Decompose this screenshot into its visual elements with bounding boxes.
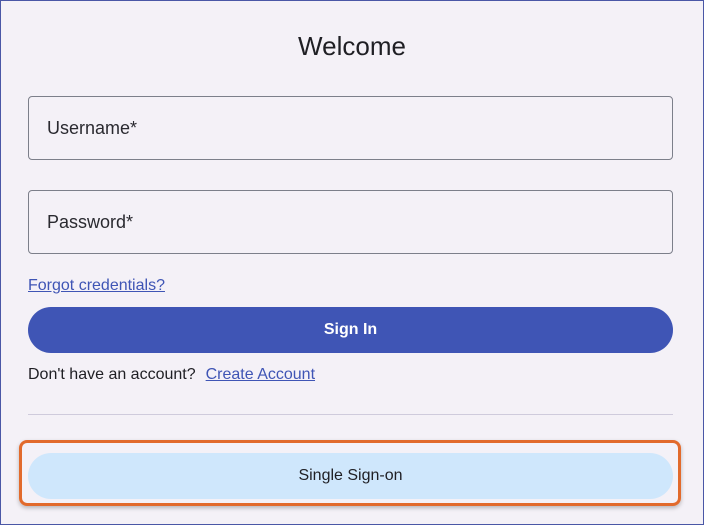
- no-account-text: Don't have an account?: [28, 366, 196, 383]
- username-input[interactable]: Username*: [28, 96, 673, 160]
- login-card: Welcome Username* Password* Forgot crede…: [0, 0, 704, 525]
- create-account-row: Don't have an account? Create Account: [28, 366, 315, 384]
- create-account-link[interactable]: Create Account: [206, 366, 315, 384]
- password-placeholder: Password*: [47, 211, 134, 232]
- single-sign-on-button[interactable]: Single Sign-on: [28, 453, 673, 499]
- forgot-credentials-link[interactable]: Forgot credentials?: [28, 277, 165, 295]
- sign-in-button[interactable]: Sign In: [28, 307, 673, 353]
- page-title: Welcome: [298, 31, 406, 61]
- password-input[interactable]: Password*: [28, 190, 673, 254]
- divider: [28, 414, 673, 415]
- username-placeholder: Username*: [47, 117, 138, 138]
